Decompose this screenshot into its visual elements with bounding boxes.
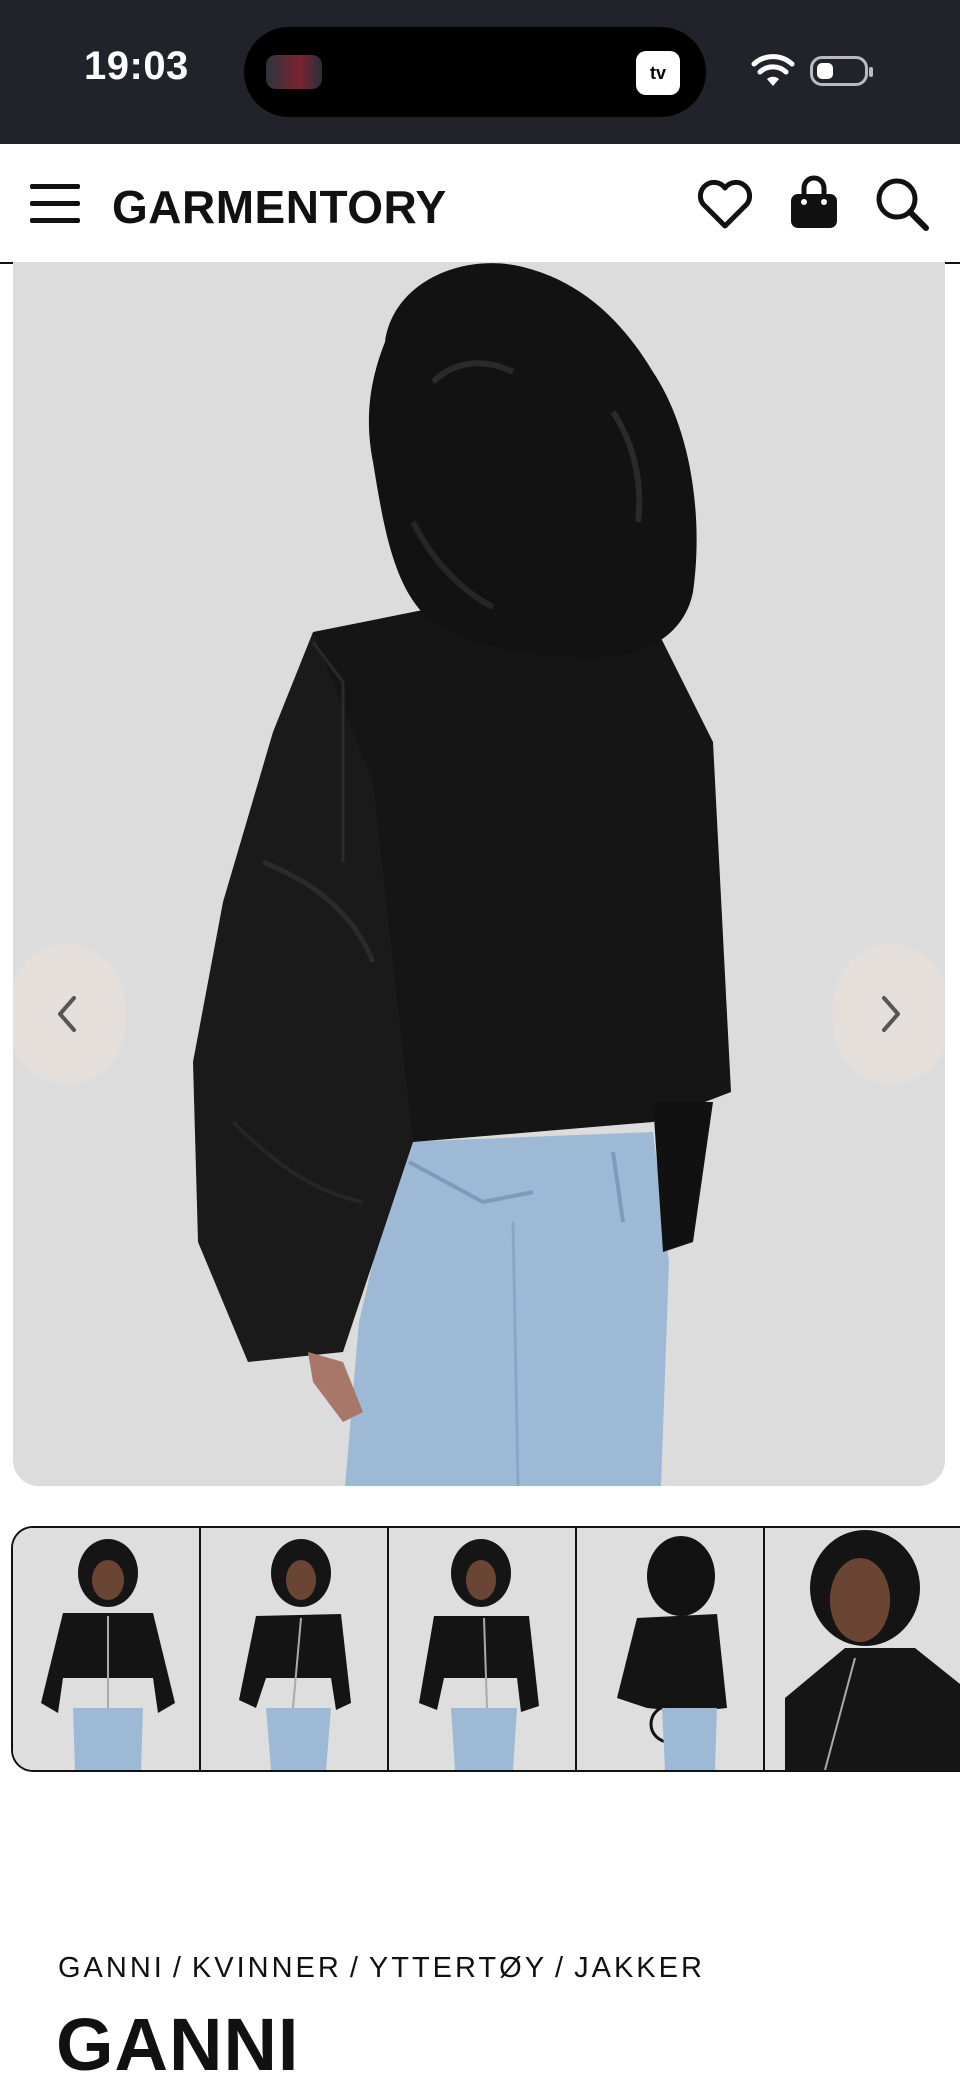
breadcrumb-brand[interactable]: GANNI: [58, 1952, 165, 1984]
breadcrumb-category[interactable]: YTTERTØY: [369, 1952, 547, 1984]
breadcrumb-separator: /: [555, 1952, 567, 1984]
status-time: 19:03: [84, 44, 189, 88]
next-image-button[interactable]: [833, 944, 945, 1084]
breadcrumb-gender[interactable]: KVINNER: [192, 1952, 342, 1984]
site-header: GARMENTORY: [0, 144, 960, 264]
live-activity-thumbnail: [266, 55, 322, 89]
site-logo[interactable]: GARMENTORY: [112, 180, 447, 234]
battery-icon: [810, 56, 873, 86]
breadcrumb: GANNI / KVINNER / YTTERTØY / JAKKER: [58, 1952, 705, 1985]
chevron-left-icon: [58, 996, 76, 1032]
breadcrumb-separator: /: [172, 1952, 184, 1984]
thumbnail-5[interactable]: [765, 1528, 960, 1770]
thumbnail-3[interactable]: [389, 1528, 577, 1770]
jacket-photo: [13, 262, 945, 1486]
thumbnail-1[interactable]: [13, 1528, 201, 1770]
thumbnail-2[interactable]: [201, 1528, 389, 1770]
wifi-icon: [751, 54, 795, 86]
search-icon[interactable]: [872, 174, 932, 234]
prev-image-button[interactable]: [13, 944, 125, 1084]
heart-icon[interactable]: [695, 174, 755, 234]
dynamic-island[interactable]: tv: [244, 27, 706, 117]
thumbnail-strip: [11, 1526, 960, 1772]
bag-icon[interactable]: [784, 174, 844, 234]
apple-tv-label: tv: [649, 63, 666, 83]
product-main-image[interactable]: [13, 262, 945, 1486]
breadcrumb-separator: /: [349, 1952, 361, 1984]
status-bar: 19:03 tv: [0, 0, 960, 144]
breadcrumb-subcategory[interactable]: JAKKER: [574, 1952, 705, 1984]
apple-tv-icon: tv: [636, 51, 680, 95]
thumbnail-4[interactable]: [577, 1528, 765, 1770]
chevron-right-icon: [882, 996, 900, 1032]
menu-icon[interactable]: [30, 182, 80, 226]
product-brand-title: GANNI: [56, 2003, 300, 2086]
